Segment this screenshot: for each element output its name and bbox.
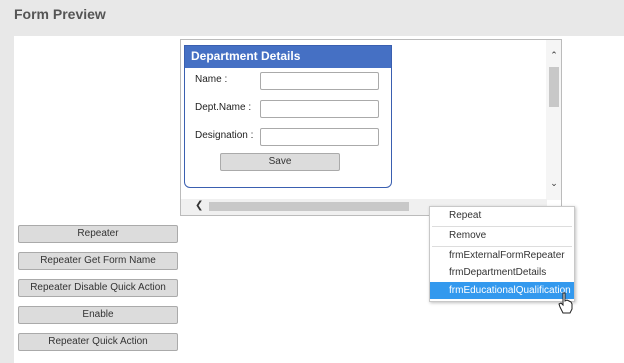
menu-item-frm-external-form-repeater[interactable]: frmExternalFormRepeater [430, 247, 574, 264]
designation-row: Designation : [195, 130, 253, 141]
horizontal-scroll-thumb[interactable] [209, 202, 409, 211]
dept-name-row: Dept.Name : [195, 102, 251, 113]
save-button[interactable]: Save [220, 153, 340, 171]
menu-item-frm-educational-qualification[interactable]: frmEducationalQualification [430, 282, 574, 299]
dept-name-input[interactable] [260, 100, 379, 118]
repeater-disable-quick-action-button[interactable]: Repeater Disable Quick Action [18, 279, 178, 297]
scroll-down-icon[interactable]: ⌄ [548, 178, 560, 189]
context-menu: Repeat Remove frmExternalFormRepeater fr… [429, 206, 575, 302]
name-row: Name : [195, 74, 227, 85]
repeater-get-form-name-button[interactable]: Repeater Get Form Name [18, 252, 178, 270]
menu-item-frm-department-details[interactable]: frmDepartmentDetails [430, 264, 574, 281]
dept-name-label: Dept.Name : [195, 102, 252, 113]
designation-input[interactable] [260, 128, 379, 146]
enable-button[interactable]: Enable [18, 306, 178, 324]
name-input[interactable] [260, 72, 379, 90]
name-label: Name : [195, 74, 228, 85]
scroll-up-icon[interactable]: ⌃ [548, 50, 560, 61]
repeater-quick-action-button[interactable]: Repeater Quick Action [18, 333, 178, 351]
repeater-button[interactable]: Repeater [18, 225, 178, 243]
designation-label: Designation : [195, 130, 254, 141]
vertical-scrollbar[interactable]: ⌃ ⌄ [546, 40, 561, 200]
department-details-form: Department Details Name : Dept.Name : De… [184, 45, 392, 188]
vertical-scroll-thumb[interactable] [549, 67, 559, 107]
page-title: Form Preview [14, 6, 106, 22]
menu-item-remove[interactable]: Remove [430, 227, 574, 244]
hand-pointer-icon [558, 292, 573, 314]
menu-item-repeat[interactable]: Repeat [430, 207, 574, 224]
form-viewport: Department Details Name : Dept.Name : De… [180, 39, 562, 216]
scroll-left-icon[interactable]: ❮ [195, 200, 203, 211]
form-header: Department Details [185, 46, 391, 68]
